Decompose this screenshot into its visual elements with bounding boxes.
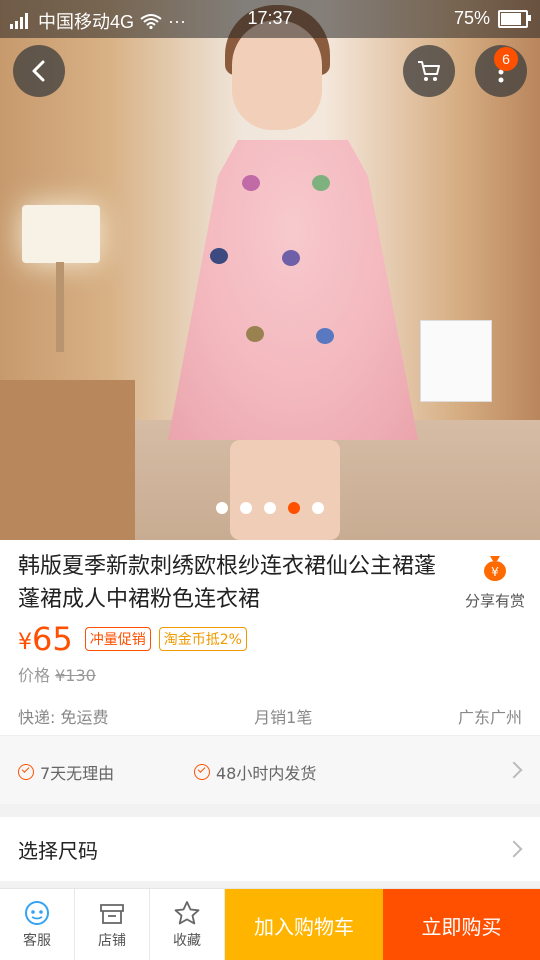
back-button[interactable] xyxy=(13,45,65,97)
bottom-action-bar: 客服 店铺 收藏 加入购物车 立即购买 xyxy=(0,888,540,960)
favorite-label: 收藏 xyxy=(173,933,201,949)
original-price-label: 价格 xyxy=(18,666,51,685)
chevron-left-icon xyxy=(32,60,45,82)
buy-now-button[interactable]: 立即购买 xyxy=(383,889,540,960)
carousel-dot[interactable] xyxy=(288,502,300,514)
butterfly-embroidery xyxy=(316,328,334,344)
guarantee-return: 7天无理由 xyxy=(18,760,114,784)
coin-discount-tag: 淘金币抵2% xyxy=(158,627,247,651)
original-price: 价格 ¥130 xyxy=(18,662,96,686)
current-price: 65 xyxy=(32,620,73,658)
butterfly-embroidery xyxy=(242,175,260,191)
product-title: 韩版夏季新款刺绣欧根纱连衣裙仙公主裙蓬蓬裙成人中裙粉色连衣裙 xyxy=(18,554,437,612)
customer-service-button[interactable]: 客服 xyxy=(0,889,75,960)
lamp xyxy=(22,205,100,263)
check-circle-icon xyxy=(18,764,34,780)
shop-button[interactable]: 店铺 xyxy=(75,889,150,960)
monthly-sales: 月销1笔 xyxy=(254,708,313,727)
svg-text:¥: ¥ xyxy=(491,565,499,579)
product-image-carousel[interactable] xyxy=(0,0,540,540)
carousel-dot[interactable] xyxy=(240,502,252,514)
customer-service-label: 客服 xyxy=(23,933,51,949)
share-reward-button[interactable]: ¥ 分享有赏 xyxy=(455,552,535,611)
product-dress-image xyxy=(168,140,418,440)
customer-service-icon xyxy=(25,901,49,925)
add-to-cart-button[interactable]: 加入购物车 xyxy=(225,889,383,960)
chevron-right-icon xyxy=(505,761,523,779)
star-icon xyxy=(174,901,200,925)
shipping-row: 快递: 免运费 月销1笔 广东广州 xyxy=(18,704,522,728)
butterfly-embroidery xyxy=(246,326,264,342)
check-circle-icon xyxy=(194,764,210,780)
favorite-button[interactable]: 收藏 xyxy=(150,889,225,960)
select-size-row[interactable]: 选择尺码 xyxy=(0,817,540,881)
original-price-value: ¥130 xyxy=(55,666,96,685)
carousel-dot[interactable] xyxy=(312,502,324,514)
shipping-fee: 快递: 免运费 xyxy=(18,708,109,727)
shop-label: 店铺 xyxy=(98,933,126,949)
guarantee-shipping: 48小时内发货 xyxy=(194,760,316,784)
carousel-dot[interactable] xyxy=(216,502,228,514)
butterfly-embroidery xyxy=(210,248,228,264)
service-guarantees[interactable]: 7天无理由 48小时内发货 xyxy=(0,735,540,804)
product-info: 韩版夏季新款刺绣欧根纱连衣裙仙公主裙蓬蓬裙成人中裙粉色连衣裙 ¥ 分享有赏 ¥ … xyxy=(0,540,540,735)
cart-icon xyxy=(418,61,440,81)
ship-from-location: 广东广州 xyxy=(457,708,522,727)
chevron-right-icon xyxy=(505,840,523,858)
battery-icon xyxy=(498,9,531,28)
carousel-indicator xyxy=(0,502,540,514)
carousel-dot[interactable] xyxy=(264,502,276,514)
cart-button[interactable] xyxy=(403,45,455,97)
share-label: 分享有赏 xyxy=(464,592,525,610)
cart-count-badge: 6 xyxy=(494,47,518,71)
product-detail-screen: 中国移动4G ··· 17:37 75% 6 韩版夏季新款刺绣欧根纱连衣裙仙公主… xyxy=(0,0,540,960)
store-icon xyxy=(100,904,124,924)
price-row: ¥ 65 冲量促销 淘金币抵2% xyxy=(18,620,255,658)
select-size-label: 选择尺码 xyxy=(18,839,98,863)
currency-symbol: ¥ xyxy=(18,629,32,655)
butterfly-embroidery xyxy=(282,250,300,266)
battery-percent: 75% xyxy=(453,8,490,28)
promo-tag: 冲量促销 xyxy=(84,627,151,651)
money-bag-icon: ¥ xyxy=(484,556,506,581)
status-bar: 中国移动4G ··· 17:37 75% xyxy=(0,0,540,38)
butterfly-embroidery xyxy=(312,175,330,191)
